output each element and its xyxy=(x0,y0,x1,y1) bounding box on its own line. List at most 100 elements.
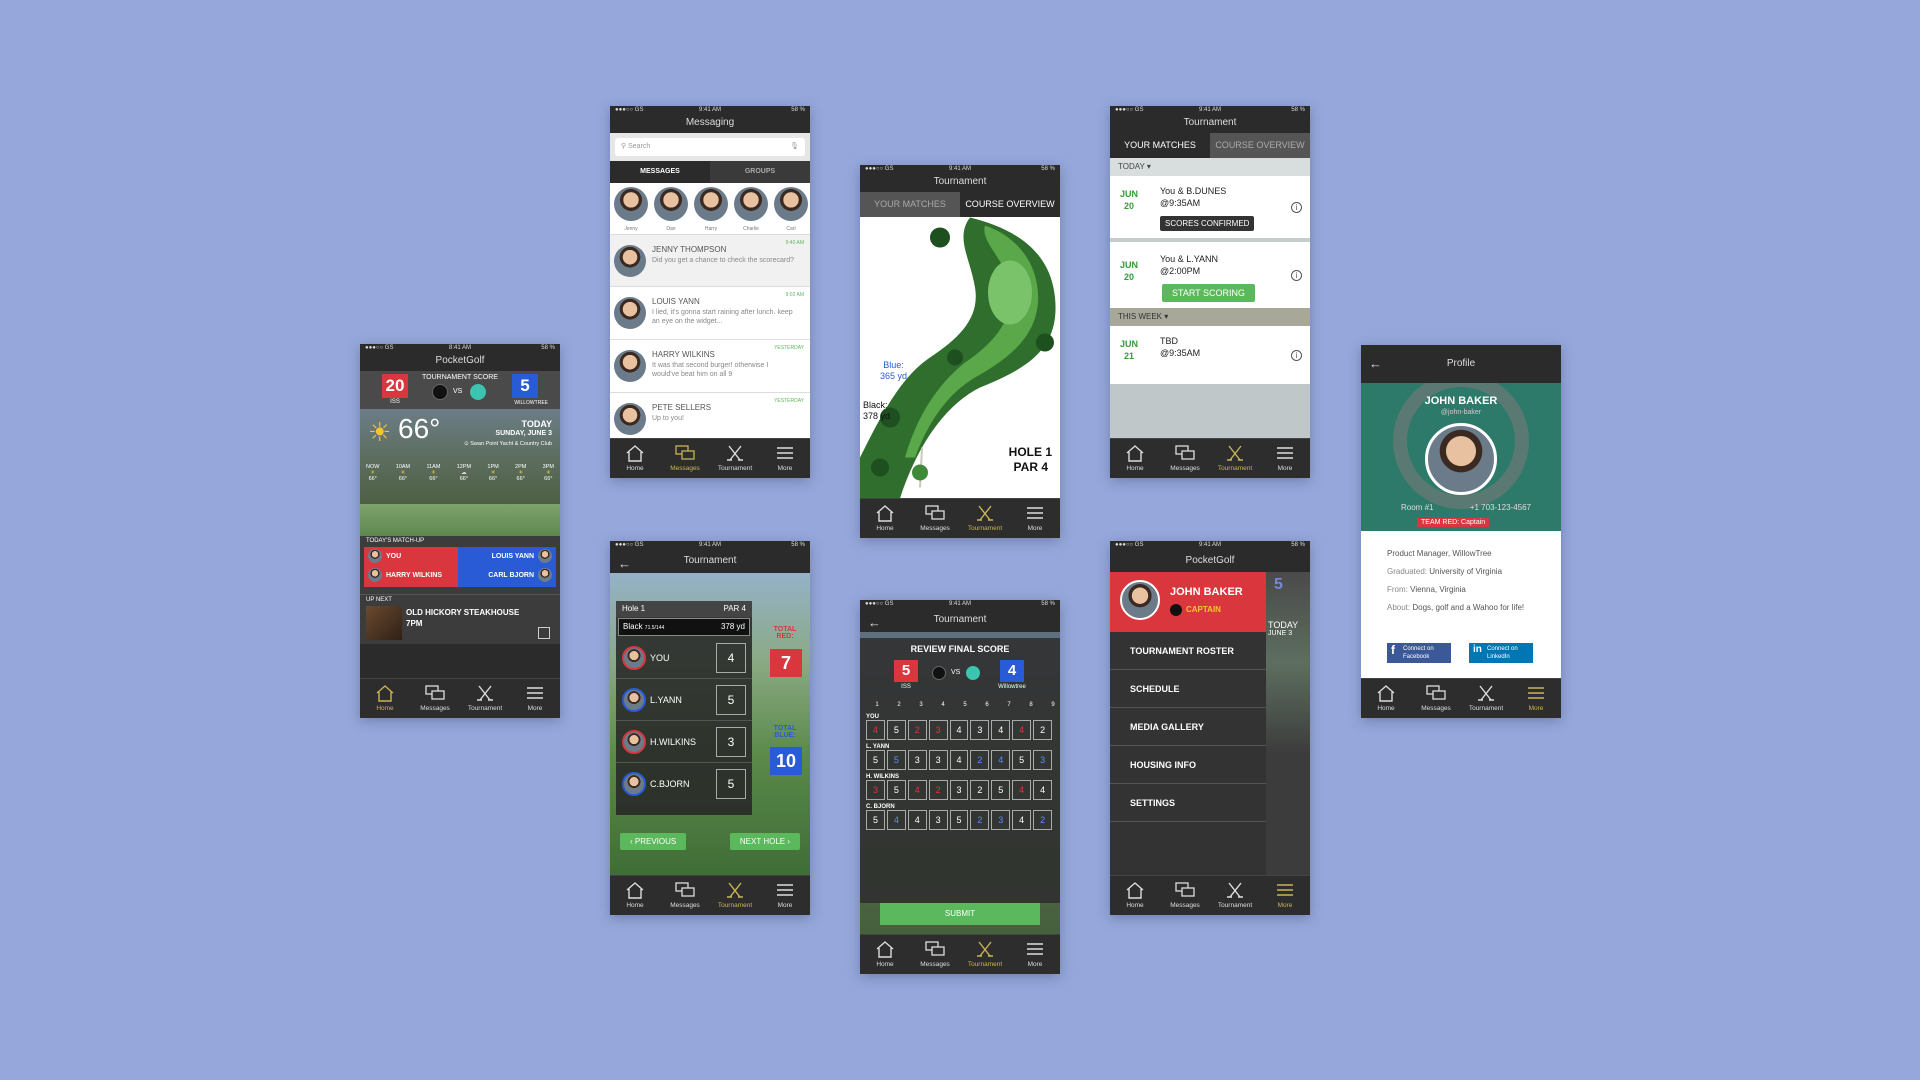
score-cell[interactable]: 4 xyxy=(907,810,927,830)
tab-home[interactable]: Home xyxy=(610,439,660,478)
score-cell[interactable]: 2 xyxy=(970,780,990,800)
score-cell[interactable]: 5 xyxy=(866,810,885,830)
menu-item-housing-info[interactable]: HOUSING INFO xyxy=(1110,746,1266,784)
contact-item[interactable]: Dan xyxy=(654,187,688,232)
tab-messages[interactable]: Messages xyxy=(660,876,710,915)
tab-messages[interactable]: Messages xyxy=(910,935,960,974)
score-cell[interactable]: 4 xyxy=(907,780,927,800)
thread-item[interactable]: HARRY WILKINS YESTERDAY It was that seco… xyxy=(610,339,810,392)
back-arrow-icon[interactable]: ← xyxy=(618,553,631,575)
score-cell[interactable]: 4 xyxy=(1012,780,1032,800)
this-week-dropdown[interactable]: THIS WEEK ▾ xyxy=(1110,308,1310,326)
tab-messages[interactable]: Messages xyxy=(1411,679,1461,718)
info-icon[interactable]: i xyxy=(1291,270,1302,281)
tab-your-matches[interactable]: YOUR MATCHES xyxy=(1110,133,1210,158)
back-arrow-icon[interactable]: ← xyxy=(868,612,881,634)
tab-more[interactable]: More xyxy=(1260,439,1310,478)
menu-item-roster[interactable]: TOURNAMENT ROSTER xyxy=(1110,632,1266,670)
score-cell[interactable]: 4 xyxy=(949,720,969,740)
previous-button[interactable]: ‹ PREVIOUS xyxy=(620,833,687,850)
score-cell[interactable]: 2 xyxy=(928,780,948,800)
menu-item-settings[interactable]: SETTINGS xyxy=(1110,784,1266,822)
score-cell[interactable]: 5 xyxy=(886,720,906,740)
tab-home[interactable]: Home xyxy=(610,876,660,915)
contact-item[interactable]: Carl xyxy=(774,187,808,232)
tab-home[interactable]: Home xyxy=(860,935,910,974)
tab-more[interactable]: More xyxy=(1010,499,1060,538)
score-cell[interactable]: 3 xyxy=(907,750,927,770)
score-cell[interactable]: 2 xyxy=(1033,720,1053,740)
score-cell[interactable]: 3 xyxy=(1033,750,1053,770)
score-cell[interactable]: 3 xyxy=(866,780,885,800)
tab-course-overview[interactable]: COURSE OVERVIEW xyxy=(960,192,1060,217)
score-cell[interactable]: 4 xyxy=(1012,720,1032,740)
score-cell[interactable]: 3 xyxy=(949,780,969,800)
tab-tournament[interactable]: Tournament xyxy=(960,935,1010,974)
tab-tournament[interactable]: Tournament xyxy=(1461,679,1511,718)
facebook-connect-button[interactable]: f Connect on Facebook xyxy=(1387,643,1451,663)
tab-tournament[interactable]: Tournament xyxy=(1210,439,1260,478)
score-input[interactable]: 5 xyxy=(716,685,746,715)
score-cell[interactable]: 5 xyxy=(886,750,906,770)
score-input[interactable]: 4 xyxy=(716,643,746,673)
menu-profile-header[interactable]: JOHN BAKER CAPTAIN xyxy=(1110,572,1266,632)
tab-more[interactable]: More xyxy=(760,876,810,915)
tab-tournament[interactable]: Tournament xyxy=(1210,876,1260,915)
tab-messages[interactable]: Messages xyxy=(660,439,710,478)
menu-item-schedule[interactable]: SCHEDULE xyxy=(1110,670,1266,708)
start-scoring-button[interactable]: START SCORING xyxy=(1162,284,1256,302)
tab-more[interactable]: More xyxy=(1010,935,1060,974)
linkedin-connect-button[interactable]: in Connect on LinkedIn xyxy=(1469,643,1533,663)
score-cell[interactable]: 5 xyxy=(866,750,885,770)
score-input[interactable]: 5 xyxy=(716,769,746,799)
back-arrow-icon[interactable]: ← xyxy=(1369,356,1382,371)
score-cell[interactable]: 4 xyxy=(991,750,1011,770)
score-cell[interactable]: 4 xyxy=(949,750,969,770)
score-cell[interactable]: 3 xyxy=(970,720,990,740)
tab-more[interactable]: More xyxy=(1260,876,1310,915)
tab-messages[interactable]: Messages xyxy=(410,679,460,718)
tab-more[interactable]: More xyxy=(760,439,810,478)
score-cell[interactable]: 4 xyxy=(1033,780,1053,800)
thread-item[interactable]: JENNY THOMPSON 9:40 AM Did you get a cha… xyxy=(610,234,810,286)
matchup-card[interactable]: TODAY'S MATCH-UP YOU HARRY WILKINS LOUIS… xyxy=(360,536,560,594)
tab-messages[interactable]: Messages xyxy=(910,499,960,538)
tab-tournament[interactable]: Tournament xyxy=(710,876,760,915)
tab-more[interactable]: More xyxy=(1511,679,1561,718)
score-cell[interactable]: 2 xyxy=(970,750,990,770)
contact-item[interactable]: Jenny xyxy=(614,187,648,232)
match-item[interactable]: JUN 20 You & B.DUNES @9:35AM SCORES CONFI… xyxy=(1110,176,1310,242)
tab-home[interactable]: Home xyxy=(1361,679,1411,718)
thread-item[interactable]: LOUIS YANN 9:02 AM I lied, it's gonna st… xyxy=(610,286,810,339)
tab-groups[interactable]: GROUPS xyxy=(710,161,810,183)
score-cell[interactable]: 5 xyxy=(991,780,1011,800)
info-icon[interactable]: i xyxy=(1291,350,1302,361)
score-cell[interactable]: 3 xyxy=(991,810,1011,830)
menu-item-media-gallery[interactable]: MEDIA GALLERY xyxy=(1110,708,1266,746)
score-cell[interactable]: 5 xyxy=(1012,750,1032,770)
score-input[interactable]: 3 xyxy=(716,727,746,757)
score-cell[interactable]: 3 xyxy=(928,720,948,740)
tab-tournament[interactable]: Tournament xyxy=(960,499,1010,538)
next-hole-button[interactable]: NEXT HOLE › xyxy=(729,833,800,850)
tab-messages[interactable]: Messages xyxy=(1160,876,1210,915)
tab-home[interactable]: Home xyxy=(1110,876,1160,915)
tab-course-overview[interactable]: COURSE OVERVIEW xyxy=(1210,133,1310,158)
tab-tournament[interactable]: Tournament xyxy=(460,679,510,718)
contact-item[interactable]: Harry xyxy=(694,187,728,232)
search-input[interactable]: ⚲ Search 🎙 xyxy=(615,138,805,156)
score-cell[interactable]: 5 xyxy=(886,780,906,800)
match-item[interactable]: JUN 21 TBD @9:35AM i xyxy=(1110,326,1310,384)
score-cell[interactable]: 2 xyxy=(907,720,927,740)
score-cell[interactable]: 5 xyxy=(949,810,969,830)
contact-item[interactable]: Charlie xyxy=(734,187,768,232)
up-next-card[interactable]: UP NEXT OLD HICKORY STEAKHOUSE 7PM xyxy=(360,594,560,644)
score-cell[interactable]: 4 xyxy=(866,720,885,740)
tab-tournament[interactable]: Tournament xyxy=(710,439,760,478)
tab-your-matches[interactable]: YOUR MATCHES xyxy=(860,192,960,217)
tab-home[interactable]: Home xyxy=(1110,439,1160,478)
info-icon[interactable]: i xyxy=(1291,202,1302,213)
tab-home[interactable]: Home xyxy=(360,679,410,718)
today-dropdown[interactable]: TODAY ▾ xyxy=(1110,158,1310,176)
match-item[interactable]: JUN 20 You & L.YANN @2:00PM START SCORING… xyxy=(1110,242,1310,308)
